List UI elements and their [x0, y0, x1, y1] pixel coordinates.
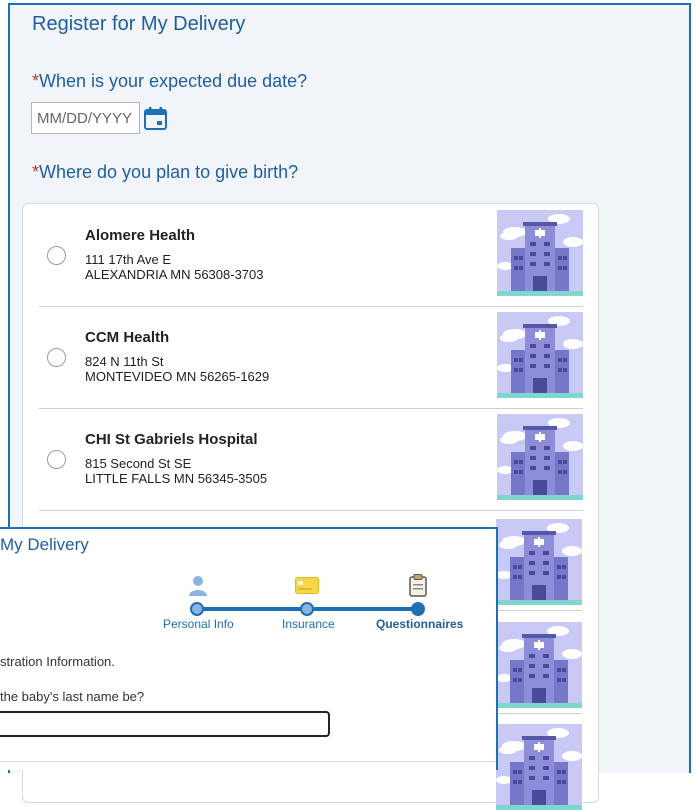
baby-last-name-label: the baby's last name be?	[0, 689, 145, 704]
baby-last-name-input[interactable]	[0, 711, 330, 737]
dialog-title: Register for My Delivery	[32, 13, 246, 35]
step-dot-questionnaires	[411, 602, 425, 616]
due-date-question: *When is your expected due date?	[32, 71, 307, 92]
hospital-building-image	[496, 724, 582, 810]
wizard-title: My Delivery	[0, 535, 89, 554]
birth-place-question: *Where do you plan to give birth?	[32, 162, 298, 183]
due-date-label: When is your expected due date?	[39, 71, 308, 91]
address-line-1: 824 N 11th St	[85, 354, 164, 369]
insurance-card-icon	[295, 577, 319, 594]
address-line-1: 111 17th Ave E	[85, 252, 172, 267]
list-divider	[498, 713, 582, 714]
hospital-radio[interactable]	[47, 450, 66, 469]
hospital-radio[interactable]	[47, 348, 66, 367]
step-label-insurance[interactable]: Insurance	[282, 617, 335, 631]
hospital-name: CHI St Gabriels Hospital	[85, 431, 258, 448]
section-heading: stration Information.	[0, 654, 115, 669]
hospital-option[interactable]: CHI St Gabriels Hospital 815 Second St S…	[39, 408, 583, 511]
list-divider	[498, 610, 582, 611]
required-marker: *	[32, 162, 40, 182]
due-date-input[interactable]	[31, 102, 140, 134]
birth-place-label: Where do you plan to give birth?	[39, 162, 299, 182]
hospital-name: Alomere Health	[85, 227, 196, 244]
hospital-building-image	[496, 622, 582, 708]
clipboard-icon	[409, 574, 427, 597]
hospital-address: 824 N 11th St MONTEVIDEO MN 56265-1629	[85, 354, 269, 384]
delivery-wizard-dialog: My Delivery Personal Info Insurance Ques…	[0, 527, 498, 770]
hospital-option[interactable]: CCM Health 824 N 11th St MONTEVIDEO MN 5…	[39, 306, 583, 409]
hospital-building-image	[497, 414, 583, 500]
hospital-radio[interactable]	[47, 246, 66, 265]
step-label-questionnaires[interactable]: Questionnaires	[376, 617, 463, 631]
hospital-address: 111 17th Ave E ALEXANDRIA MN 56308-3703	[85, 252, 263, 282]
calendar-icon[interactable]	[144, 107, 167, 130]
address-line-2: MONTEVIDEO MN 56265-1629	[85, 369, 270, 384]
hospital-option[interactable]: Alomere Health 111 17th Ave E ALEXANDRIA…	[39, 204, 583, 307]
step-dot-personal-info	[190, 602, 204, 616]
address-line-2: LITTLE FALLS MN 56345-3505	[85, 471, 268, 486]
hospital-building-image	[497, 312, 583, 398]
step-dot-insurance	[300, 602, 314, 616]
required-marker: *	[32, 71, 40, 91]
hospital-building-image	[496, 519, 582, 605]
address-line-2: ALEXANDRIA MN 56308-3703	[85, 267, 264, 282]
hospital-building-image	[497, 210, 583, 296]
step-label-personal-info[interactable]: Personal Info	[163, 617, 234, 631]
address-line-1: 815 Second St SE	[85, 456, 192, 471]
hospital-address: 815 Second St SE LITTLE FALLS MN 56345-3…	[85, 456, 267, 486]
hospital-name: CCM Health	[85, 329, 170, 346]
section-divider	[0, 761, 496, 762]
person-icon	[189, 576, 207, 596]
